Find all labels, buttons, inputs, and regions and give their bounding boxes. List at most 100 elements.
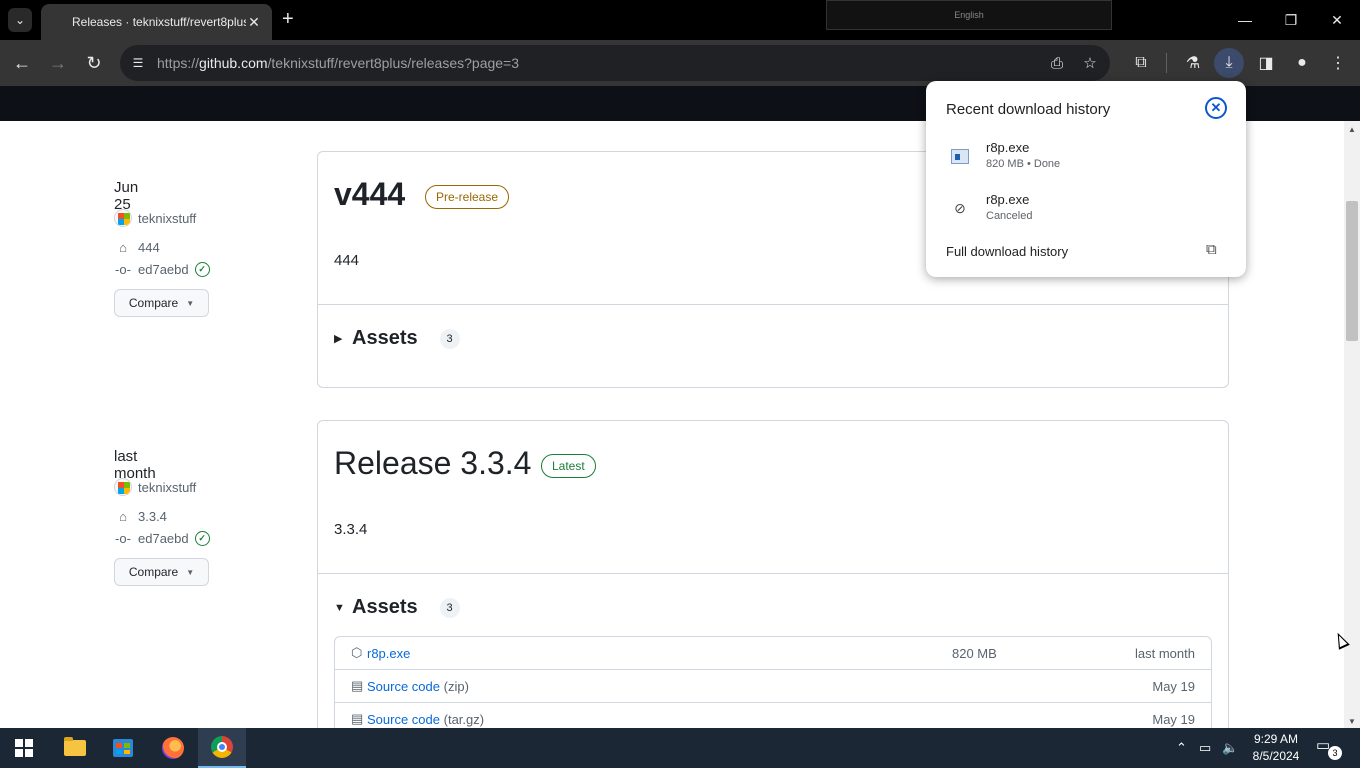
clock-time: 9:29 AM <box>1253 732 1299 746</box>
assets-count: 3 <box>439 328 460 349</box>
package-icon: ⬡ <box>351 645 363 660</box>
download-item[interactable]: r8p.exe 820 MB • Done <box>946 140 1226 180</box>
asset-link[interactable]: r8p.exe <box>367 646 410 661</box>
open-external-icon[interactable]: ⧉ <box>1206 241 1217 258</box>
address-bar[interactable]: ☰ https://github.com/teknixstuff/revert8… <box>120 45 1110 81</box>
tag-icon: ⌂ <box>119 240 127 255</box>
assets-label: Assets <box>352 327 418 349</box>
reload-icon[interactable]: ↻ <box>81 50 107 76</box>
asset-row: ⬡ r8p.exe 820 MB last month <box>335 637 1211 670</box>
scroll-thumb[interactable] <box>1346 201 1358 341</box>
menu-icon[interactable]: ⋮ <box>1325 50 1351 76</box>
clock[interactable]: 9:29 AM 8/5/2024 <box>1246 731 1306 765</box>
asset-date: May 19 <box>1152 712 1195 727</box>
minimize-icon[interactable]: — <box>1222 0 1268 40</box>
close-window-icon[interactable]: ✕ <box>1314 0 1360 40</box>
restore-icon[interactable]: ❐ <box>1268 0 1314 40</box>
chrome-icon[interactable] <box>198 728 246 768</box>
notifications-icon[interactable]: ▭ 3 <box>1316 736 1342 760</box>
asset-row: ▤ Source code (tar.gz) May 19 <box>335 703 1211 728</box>
commit-row: -o- ed7aebd ✓ <box>114 262 210 277</box>
collapse-triangle-icon: ▼ <box>334 601 345 614</box>
divider <box>318 573 1228 574</box>
release-body: 444 <box>334 252 360 269</box>
bookmark-star-icon[interactable]: ☆ <box>1080 53 1100 73</box>
taskbar: ⌃ ▭ 🔈 9:29 AM 8/5/2024 ▭ 3 <box>0 728 1360 768</box>
divider <box>318 304 1228 305</box>
tag-row: ⌂ 3.3.4 <box>114 509 167 524</box>
tag-link[interactable]: 3.3.4 <box>138 509 167 524</box>
scroll-down-icon[interactable]: ▼ <box>1348 717 1356 726</box>
avatar <box>114 478 132 496</box>
start-button[interactable] <box>0 728 48 768</box>
verified-check-icon[interactable]: ✓ <box>194 531 210 546</box>
assets-list: ⬡ r8p.exe 820 MB last month ▤ Source cod… <box>334 636 1212 728</box>
tag-link[interactable]: 444 <box>138 240 160 255</box>
compare-button[interactable]: Compare ▼ <box>114 289 209 317</box>
release-date: last month <box>114 448 156 482</box>
assets-toggle[interactable]: ▼ Assets 3 <box>334 596 460 619</box>
release-title[interactable]: Release 3.3.4 <box>334 445 531 482</box>
commit-icon: -o- <box>115 262 131 277</box>
commit-link[interactable]: ed7aebd <box>138 531 189 546</box>
exe-file-icon <box>950 146 970 166</box>
assets-count: 3 <box>439 597 460 618</box>
language-label[interactable]: English <box>954 10 984 20</box>
chevron-down-icon: ▼ <box>186 298 195 308</box>
network-icon[interactable]: ▭ <box>1199 728 1211 768</box>
download-item[interactable]: ⊘ r8p.exe Canceled <box>946 192 1226 232</box>
assets-label: Assets <box>352 596 418 618</box>
tag-icon: ⌂ <box>119 509 127 524</box>
scroll-up-icon[interactable]: ▲ <box>1348 125 1356 134</box>
side-panel-icon[interactable]: ◨ <box>1253 50 1279 76</box>
tab-search-icon[interactable]: ⌄ <box>8 8 32 32</box>
compare-button[interactable]: Compare ▼ <box>114 558 209 586</box>
forward-icon[interactable]: → <box>45 50 71 76</box>
asset-date: May 19 <box>1152 679 1195 694</box>
url-text[interactable]: https://github.com/teknixstuff/revert8pl… <box>157 55 519 71</box>
asset-link[interactable]: Source code (tar.gz) <box>367 712 484 727</box>
new-tab-button[interactable]: + <box>282 9 294 29</box>
tag-row: ⌂ 444 <box>114 240 160 255</box>
expand-triangle-icon: ▶ <box>334 333 343 345</box>
site-info-icon[interactable]: ☰ <box>128 53 148 73</box>
firefox-icon[interactable] <box>149 728 197 768</box>
commit-link[interactable]: ed7aebd <box>138 262 189 277</box>
avatar <box>114 209 132 227</box>
popup-title: Recent download history <box>946 101 1111 118</box>
download-status: 820 MB • Done <box>986 158 1061 170</box>
assets-toggle[interactable]: ▶ Assets 3 <box>334 327 460 350</box>
notification-count: 3 <box>1328 746 1342 760</box>
downloads-icon[interactable]: ⤓ <box>1214 48 1244 78</box>
volume-muted-icon[interactable]: 🔈 <box>1222 728 1238 768</box>
toolbar-separator <box>1166 53 1167 73</box>
install-app-icon[interactable]: ⎙ <box>1047 53 1067 73</box>
download-history-popup: Recent download history ✕ r8p.exe 820 MB… <box>926 81 1246 277</box>
author-link[interactable]: teknixstuff <box>138 480 196 495</box>
store-icon[interactable] <box>99 728 147 768</box>
profile-icon[interactable]: ● <box>1289 50 1315 76</box>
release-date: Jun 25 <box>114 179 139 213</box>
release-title[interactable]: v444 <box>334 176 405 213</box>
tab-strip: ⌄ Releases · teknixstuff/revert8plus ✕ +… <box>0 0 1360 40</box>
author-row: teknixstuff <box>114 209 196 227</box>
asset-size: 820 MB <box>952 646 997 661</box>
asset-link[interactable]: Source code (zip) <box>367 679 469 694</box>
latest-badge: Latest <box>541 454 596 478</box>
verified-check-icon[interactable]: ✓ <box>194 262 210 277</box>
full-download-history-link[interactable]: Full download history <box>946 244 1068 259</box>
close-icon[interactable]: ✕ <box>1205 97 1227 119</box>
file-explorer-icon[interactable] <box>51 728 99 768</box>
tab-releases[interactable]: Releases · teknixstuff/revert8plus ✕ <box>41 4 272 40</box>
show-hidden-icons[interactable]: ⌃ <box>1176 728 1187 768</box>
extensions-icon[interactable]: ⧉ <box>1128 50 1154 76</box>
tab-close-icon[interactable]: ✕ <box>246 14 262 31</box>
back-icon[interactable]: ← <box>9 50 35 76</box>
author-link[interactable]: teknixstuff <box>138 211 196 226</box>
browser-toolbar: ← → ↻ ☰ https://github.com/teknixstuff/r… <box>0 40 1360 86</box>
windows-logo-icon <box>15 739 33 757</box>
compare-label: Compare <box>128 565 179 579</box>
download-canceled-icon: ⊘ <box>954 199 966 216</box>
labs-icon[interactable]: ⚗ <box>1180 50 1206 76</box>
prerelease-badge: Pre-release <box>425 185 510 209</box>
